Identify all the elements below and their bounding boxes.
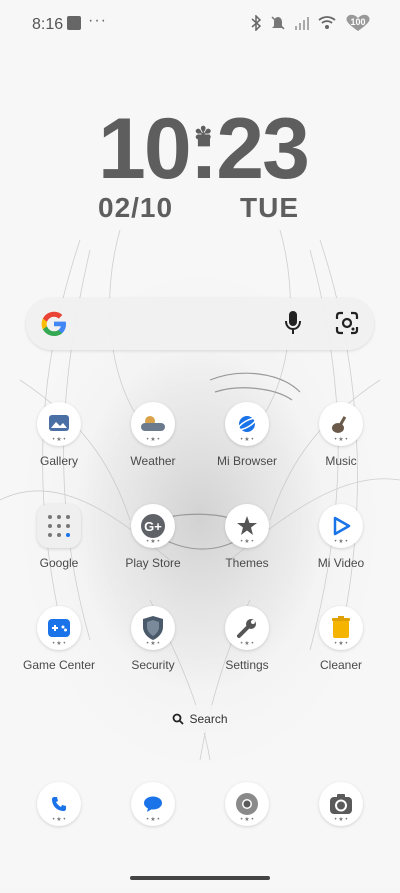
google-lens-icon[interactable] xyxy=(334,310,360,336)
app-label: Mi Browser xyxy=(216,454,277,468)
battery-icon: 100 xyxy=(344,14,372,32)
notification-square-icon xyxy=(67,16,81,30)
clock-widget[interactable]: 10:23 ✽ 02/10 TUE xyxy=(98,101,328,223)
dock-camera[interactable]: • ★ • xyxy=(296,782,386,838)
app-label: Google xyxy=(39,556,79,570)
app-label: Cleaner xyxy=(319,658,363,672)
dock-chrome[interactable]: • ★ • xyxy=(202,782,292,838)
wifi-icon xyxy=(318,16,336,29)
play-store-icon: G+ • ★ • xyxy=(131,504,175,548)
dock-messages[interactable]: • ★ • xyxy=(108,782,198,838)
video-icon: • ★ • xyxy=(319,504,363,548)
app-weather[interactable]: • ★ • Weather xyxy=(108,402,198,484)
app-gallery[interactable]: • ★ • Gallery xyxy=(14,402,104,484)
clock-time: 10:23 xyxy=(98,101,310,197)
svg-text:G+: G+ xyxy=(144,519,162,534)
flower-icon: ✽ xyxy=(194,122,213,147)
status-time: 8:16 xyxy=(32,16,64,33)
app-security[interactable]: • ★ • Security xyxy=(108,606,198,688)
clock-day: TUE xyxy=(240,192,299,223)
search-pill[interactable]: Search xyxy=(163,705,237,733)
app-label: Mi Video xyxy=(317,556,365,570)
mute-icon xyxy=(271,16,285,30)
search-icon xyxy=(173,713,185,725)
google-folder-icon xyxy=(37,504,81,548)
battery-level: 100 xyxy=(350,17,366,27)
gesture-nav-bar[interactable] xyxy=(130,876,270,880)
google-search-bar[interactable] xyxy=(26,298,374,350)
status-bar: 8:16 ··· 100 xyxy=(0,0,400,48)
app-mi-video[interactable]: • ★ • Mi Video xyxy=(296,504,386,586)
app-label: Music xyxy=(325,454,357,468)
clock-date: 02/10 xyxy=(98,192,174,223)
dock-phone[interactable]: • ★ • xyxy=(14,782,104,838)
security-icon: • ★ • xyxy=(131,606,175,650)
app-music[interactable]: • ★ • Music xyxy=(296,402,386,484)
google-logo-icon xyxy=(41,311,66,336)
settings-icon: • ★ • xyxy=(225,606,269,650)
app-cleaner[interactable]: • ★ • Cleaner xyxy=(296,606,386,688)
app-label: Settings xyxy=(225,658,269,672)
camera-icon: • ★ • xyxy=(319,782,363,826)
chrome-icon: • ★ • xyxy=(225,782,269,826)
app-label: Weather xyxy=(130,454,176,468)
app-mi-browser[interactable]: • ★ • Mi Browser xyxy=(202,402,292,484)
more-dots-icon: ··· xyxy=(88,12,107,29)
browser-icon: • ★ • xyxy=(225,402,269,446)
music-icon: • ★ • xyxy=(319,402,363,446)
app-label: Themes xyxy=(225,556,269,570)
app-label: Game Center xyxy=(22,658,96,672)
weather-icon: • ★ • xyxy=(131,402,175,446)
app-label: Security xyxy=(131,658,175,672)
app-settings[interactable]: • ★ • Settings xyxy=(202,606,292,688)
game-center-icon: • ★ • xyxy=(37,606,81,650)
search-pill-label: Search xyxy=(189,712,228,726)
bluetooth-icon xyxy=(251,15,262,31)
signal-icon xyxy=(295,17,309,30)
microphone-icon[interactable] xyxy=(284,310,302,336)
phone-icon: • ★ • xyxy=(37,782,81,826)
app-google-folder[interactable]: Google xyxy=(14,504,104,586)
app-label: Play Store xyxy=(125,556,181,570)
themes-icon: • ★ • xyxy=(225,504,269,548)
app-themes[interactable]: • ★ • Themes xyxy=(202,504,292,586)
app-label: Gallery xyxy=(39,454,78,468)
app-game-center[interactable]: • ★ • Game Center xyxy=(14,606,104,688)
gallery-icon: • ★ • xyxy=(37,402,81,446)
cleaner-icon: • ★ • xyxy=(319,606,363,650)
app-play-store[interactable]: G+ • ★ • Play Store xyxy=(108,504,198,586)
messages-icon: • ★ • xyxy=(131,782,175,826)
